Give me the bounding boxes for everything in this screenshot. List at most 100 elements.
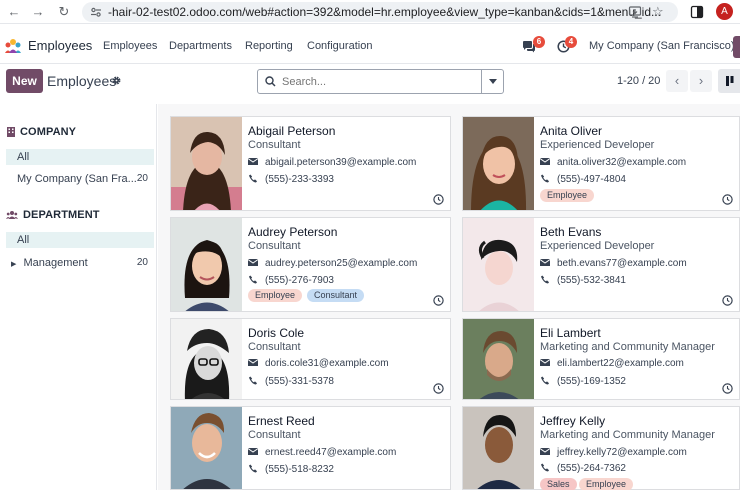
tag-employee: Employee: [579, 478, 634, 490]
phone-icon: [248, 376, 258, 385]
site-settings-icon[interactable]: [90, 6, 102, 18]
search-options-toggle[interactable]: [481, 70, 503, 93]
employee-card[interactable]: Beth Evans Experienced Developer beth.ev…: [462, 217, 740, 312]
pager-value[interactable]: 1-20 / 20: [617, 75, 660, 87]
phone-text: (555)-532-3841: [557, 275, 626, 286]
envelope-icon: [248, 448, 258, 455]
employee-photo: [171, 117, 242, 210]
employee-name: Audrey Peterson: [248, 225, 338, 239]
envelope-icon: [540, 359, 550, 366]
employee-photo: [171, 218, 242, 311]
employee-name: Eli Lambert: [540, 326, 601, 340]
back-icon[interactable]: ←: [6, 4, 22, 20]
envelope-icon: [540, 448, 550, 455]
employee-phone: (555)-264-7362: [540, 463, 626, 474]
activity-clock-icon[interactable]: [722, 295, 733, 306]
department-filter-all[interactable]: All: [6, 232, 154, 248]
users-icon: [6, 211, 18, 219]
employee-card[interactable]: Eli Lambert Marketing and Community Mana…: [462, 318, 740, 400]
install-app-icon[interactable]: [628, 5, 642, 19]
envelope-icon: [248, 259, 258, 266]
reload-icon[interactable]: ↻: [56, 4, 72, 20]
employee-phone: (555)-331-5378: [248, 376, 334, 387]
employee-job-title: Experienced Developer: [540, 240, 655, 252]
company-filter-my-company[interactable]: My Company (San Fra... 20: [6, 171, 154, 187]
filter-label: All: [17, 151, 30, 163]
email-text: jeffrey.kelly72@example.com: [557, 447, 687, 458]
phone-text: (555)-331-5378: [265, 376, 334, 387]
page-title: Employees: [47, 73, 117, 89]
activities-count-badge: 4: [565, 36, 577, 48]
menu-reporting[interactable]: Reporting: [245, 40, 293, 52]
employee-card[interactable]: Jeffrey Kelly Marketing and Community Ma…: [462, 406, 740, 490]
search-icon: [265, 76, 276, 87]
employee-name: Abigail Peterson: [248, 124, 336, 138]
address-bar[interactable]: -hair-02-test02.odoo.com/web#action=392&…: [82, 2, 678, 22]
browser-profile-avatar[interactable]: A: [716, 3, 733, 20]
employee-email: abigail.peterson39@example.com: [248, 157, 416, 168]
phone-icon: [248, 464, 258, 473]
filter-count: 20: [136, 173, 148, 184]
activity-clock-icon[interactable]: [722, 383, 733, 394]
employee-card[interactable]: Ernest Reed Consultant ernest.reed47@exa…: [170, 406, 451, 490]
menu-configuration[interactable]: Configuration: [307, 40, 372, 52]
employee-email: eli.lambert22@example.com: [540, 358, 684, 369]
company-switcher[interactable]: My Company (San Francisco): [589, 40, 735, 52]
bookmark-star-icon[interactable]: ☆: [652, 4, 664, 20]
phone-icon: [248, 174, 258, 183]
activity-clock-icon[interactable]: [433, 194, 444, 205]
employees-app-icon[interactable]: [4, 38, 22, 54]
email-text: doris.cole31@example.com: [265, 358, 389, 369]
employee-card[interactable]: Abigail Peterson Consultant abigail.pete…: [170, 116, 451, 211]
activity-clock-icon[interactable]: [433, 383, 444, 394]
employee-email: ernest.reed47@example.com: [248, 447, 396, 458]
employee-photo: [171, 319, 242, 399]
address-url: -hair-02-test02.odoo.com/web#action=392&…: [108, 5, 662, 19]
tag-employee: Employee: [540, 189, 595, 202]
employee-card[interactable]: Anita Oliver Experienced Developer anita…: [462, 116, 740, 211]
pager-previous-button[interactable]: ‹: [666, 70, 688, 92]
filter-count: 20: [136, 257, 148, 268]
email-text: ernest.reed47@example.com: [265, 447, 397, 458]
search-bar: [257, 69, 504, 94]
employee-photo: [463, 407, 534, 489]
search-input[interactable]: [282, 74, 478, 90]
kanban-view-button[interactable]: [718, 69, 740, 93]
employee-job-title: Consultant: [248, 240, 301, 252]
employee-email: beth.evans77@example.com: [540, 258, 687, 269]
employee-card[interactable]: Doris Cole Consultant doris.cole31@examp…: [170, 318, 451, 400]
email-text: eli.lambert22@example.com: [557, 358, 684, 369]
phone-text: (555)-233-3393: [265, 174, 334, 185]
caret-down-icon: [489, 79, 497, 84]
employee-card[interactable]: Audrey Peterson Consultant audrey.peters…: [170, 217, 451, 312]
forward-icon[interactable]: →: [30, 4, 46, 20]
email-text: audrey.peterson25@example.com: [265, 258, 418, 269]
envelope-icon: [540, 259, 550, 266]
menu-departments[interactable]: Departments: [169, 40, 232, 52]
envelope-icon: [248, 158, 258, 165]
gear-icon[interactable]: [111, 75, 122, 86]
activity-clock-icon[interactable]: [722, 194, 733, 205]
department-heading: DEPARTMENT: [23, 209, 100, 221]
employee-job-title: Experienced Developer: [540, 139, 655, 151]
email-text: beth.evans77@example.com: [557, 258, 687, 269]
phone-text: (555)-518-8232: [265, 464, 334, 475]
phone-icon: [540, 275, 550, 284]
department-filter-management[interactable]: ▶ Management 20: [6, 255, 154, 271]
tag-employee: Employee: [248, 289, 303, 302]
caret-right-icon[interactable]: ▶: [11, 261, 16, 268]
user-avatar[interactable]: [733, 36, 740, 58]
side-panel-icon[interactable]: [690, 5, 704, 19]
employee-photo: [171, 407, 242, 489]
company-filter-all[interactable]: All: [6, 149, 154, 165]
employee-phone: (555)-276-7903: [248, 275, 334, 286]
employee-job-title: Marketing and Community Manager: [540, 429, 715, 441]
new-button[interactable]: New: [6, 69, 43, 93]
app-name[interactable]: Employees: [28, 38, 92, 53]
pager-next-button[interactable]: ›: [690, 70, 712, 92]
menu-employees[interactable]: Employees: [103, 40, 157, 52]
phone-text: (555)-264-7362: [557, 463, 626, 474]
employee-photo: [463, 319, 534, 399]
activity-clock-icon[interactable]: [433, 295, 444, 306]
tag-sales: Sales: [540, 478, 577, 490]
